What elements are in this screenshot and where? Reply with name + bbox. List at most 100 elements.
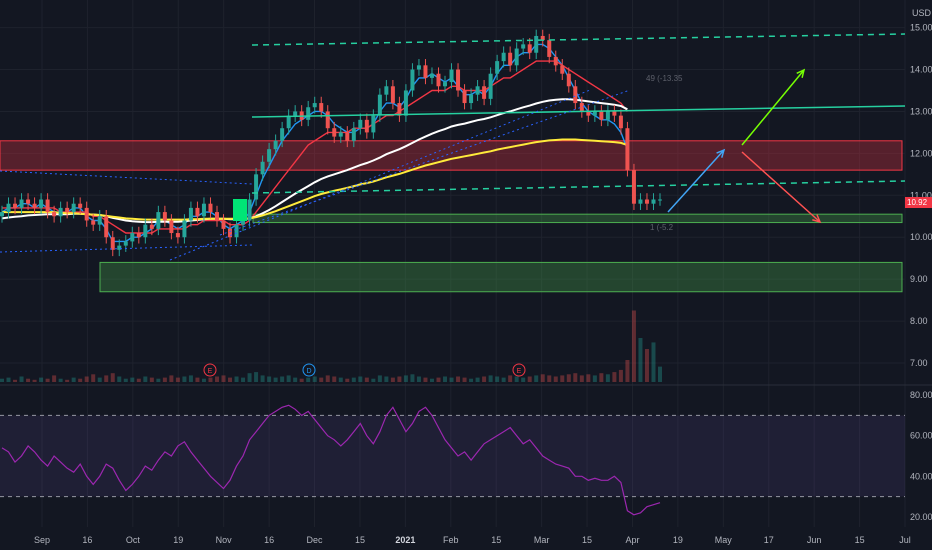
zone-box [252, 213, 903, 224]
candle-body [6, 203, 11, 213]
candle-body [403, 90, 408, 116]
volume-bar [579, 375, 584, 382]
volume-bar [456, 376, 461, 382]
candle-body [228, 228, 233, 238]
candle-body [247, 199, 252, 221]
breakout-marker [233, 199, 247, 221]
candle-body [631, 170, 636, 204]
time-tick-label: Oct [126, 535, 141, 545]
candle-body [553, 56, 558, 66]
candle-body [573, 86, 578, 104]
candle-body [443, 82, 448, 87]
price-tick-label: 8.00 [910, 316, 928, 326]
volume-bar [273, 377, 278, 382]
volume-bar [371, 378, 376, 382]
candle-body [410, 69, 415, 91]
candle-body [429, 73, 434, 78]
volume-bar [429, 378, 434, 382]
volume-bar [214, 376, 219, 382]
volume-bar [169, 375, 174, 382]
candle-body [351, 128, 356, 141]
candle-body [599, 111, 604, 120]
candle-body [462, 90, 467, 104]
candle-body [651, 199, 656, 204]
volume-bar [527, 376, 532, 382]
candle-body [26, 199, 31, 204]
candle-body [293, 111, 298, 116]
candle-body [521, 44, 526, 49]
candle-body [267, 149, 272, 162]
rsi-band [0, 415, 905, 497]
candle-body [534, 35, 539, 53]
candle-body [0, 212, 4, 217]
price-tick-label: 7.00 [910, 358, 928, 368]
rsi-tick-label: 80.00 [910, 390, 932, 400]
candle-body [13, 203, 18, 208]
event-marker-label: E [208, 368, 213, 375]
candle-body [436, 73, 441, 87]
candle-body [338, 132, 343, 137]
volume-bar [306, 377, 311, 382]
volume-bar [625, 360, 630, 382]
volume-bar [201, 378, 206, 382]
volume-bar [228, 377, 233, 382]
candle-body [97, 216, 102, 225]
volume-bar [547, 375, 552, 382]
volume-bar [325, 375, 330, 382]
volume-bar [97, 377, 102, 382]
volume-bar [104, 375, 109, 382]
price-tick-label: 13.00 [910, 106, 932, 116]
last-price-tag: 10.92 [905, 197, 932, 208]
volume-bar [71, 377, 76, 382]
volume-bar [13, 379, 18, 382]
candle-body [91, 220, 96, 225]
volume-bar [482, 376, 487, 382]
chart-canvas[interactable]: EDE 15.0014.0013.0012.0011.0010.009.008.… [0, 0, 932, 550]
volume-bar [449, 377, 454, 382]
volume-bar [267, 376, 272, 382]
time-tick-label: Nov [216, 535, 233, 545]
annotation-high: 49 (-13.35 [646, 74, 683, 83]
rsi-tick-label: 20.00 [910, 512, 932, 522]
candle-body [449, 69, 454, 83]
candle-body [469, 94, 474, 104]
candle-body [123, 241, 128, 246]
candle-body [182, 220, 187, 238]
rsi-tick-label: 60.00 [910, 431, 932, 441]
time-tick-label: 15 [582, 535, 592, 545]
candle-body [32, 203, 37, 208]
candle-body [208, 203, 213, 213]
volume-bar [351, 377, 356, 382]
volume-bar [0, 378, 4, 382]
volume-bar [143, 376, 148, 382]
time-tick-label: 2021 [395, 535, 415, 545]
candle-body [358, 119, 363, 129]
time-tick-label: 15 [355, 535, 365, 545]
time-tick-label: Feb [443, 535, 459, 545]
zone-box [99, 261, 903, 293]
candle-body [319, 103, 324, 112]
time-tick-label: Mar [534, 535, 550, 545]
candle-body [110, 237, 115, 250]
candle-body [527, 44, 532, 53]
volume-bar [658, 366, 662, 382]
candle-body [456, 69, 461, 91]
candle-body [547, 40, 552, 57]
volume-bar [45, 378, 50, 382]
rsi-pane [0, 404, 905, 516]
candle-body [658, 199, 662, 201]
volume-bar [631, 310, 636, 382]
candle-body [195, 207, 200, 217]
volume-bar [338, 377, 343, 382]
candle-body [156, 212, 161, 229]
candle-body [136, 233, 141, 238]
candle-body [384, 86, 389, 95]
candle-body [371, 115, 376, 133]
time-tick-label: 15 [491, 535, 501, 545]
volume-bar [293, 377, 298, 382]
volume-bar [221, 375, 226, 382]
candle-body [312, 103, 317, 108]
volume-bar [553, 376, 558, 382]
candle-body [345, 132, 350, 141]
volume-bar [436, 377, 441, 382]
